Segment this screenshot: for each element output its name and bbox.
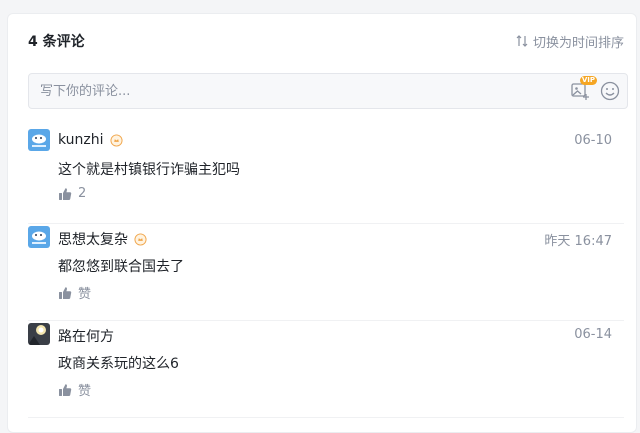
like-count: 2 [78,186,87,201]
comment-time: 06-10 [574,133,612,148]
sort-label: 切换为时间排序 [532,35,624,51]
user-avatar[interactable] [28,323,50,345]
user-name: 路在何方 [58,329,114,345]
user-avatar[interactable] [28,226,50,248]
add-image-button[interactable]: VIP [569,76,597,102]
blue-cloud-avatar-icon [28,129,50,151]
thumbs-up-icon [59,187,72,200]
comment-time: 昨天 16:47 [544,234,612,249]
emoji-button[interactable] [599,80,621,102]
comment-input[interactable] [29,74,569,108]
like-button[interactable]: 2 [58,186,86,201]
comment-count: 4 条评论 [28,34,85,50]
vip-badge: VIP [579,76,597,85]
emoji-icon [600,81,620,101]
comment-item: 思想太复杂 昨天 16:47 都忽悠到联合国去了 赞 [28,224,624,321]
user-name: kunzhi [58,132,104,148]
comment-header: 4 条评论 切换为时间排序 [28,30,624,52]
user-name: 思想太复杂 [58,232,128,248]
comment-panel: 4 条评论 切换为时间排序 VIP [7,13,637,433]
input-tools: VIP [569,76,627,102]
photo-avatar-icon [28,323,50,345]
thumbs-up-icon [59,383,72,396]
like-label: 赞 [78,287,92,302]
comment-list: kunzhi 06-10 这个就是村镇银行诈骗主犯吗 2 思想太复杂 昨天 16… [28,127,624,418]
sort-arrows-icon [516,35,528,47]
user-level-badge-icon [110,133,123,147]
user-level-badge-icon [134,232,147,246]
comment-item: 路在何方 06-14 政商关系玩的这么6 赞 [28,321,624,418]
user-name-link[interactable]: kunzhi [58,132,123,148]
user-name-link[interactable]: 路在何方 [58,326,114,346]
like-button[interactable]: 赞 [58,380,91,399]
user-name-link[interactable]: 思想太复杂 [58,229,147,249]
comment-text: 这个就是村镇银行诈骗主犯吗 [58,162,240,178]
user-avatar[interactable] [28,129,50,151]
sort-toggle-button[interactable]: 切换为时间排序 [515,32,624,51]
comment-input-box: VIP [28,73,628,109]
like-button[interactable]: 赞 [58,283,91,302]
blue-cloud-avatar-icon [28,226,50,248]
comment-text: 政商关系玩的这么6 [58,356,179,372]
comment-item: kunzhi 06-10 这个就是村镇银行诈骗主犯吗 2 [28,127,624,224]
comment-text: 都忽悠到联合国去了 [58,259,184,275]
thumbs-up-icon [59,286,72,299]
comment-time: 06-14 [574,327,612,342]
like-label: 赞 [78,384,92,399]
